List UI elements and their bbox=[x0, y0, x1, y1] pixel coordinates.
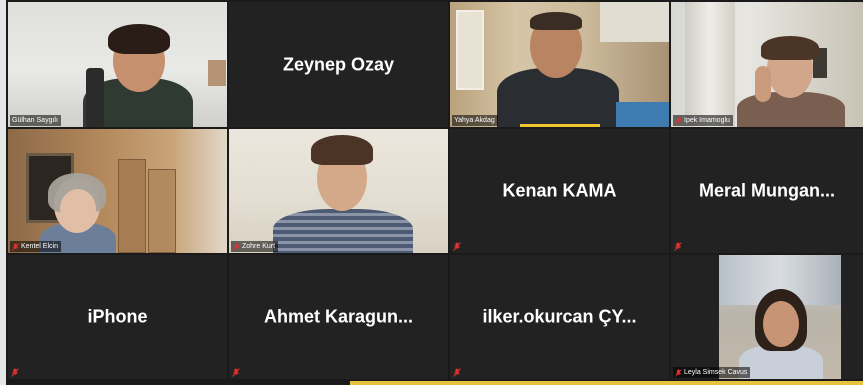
participant-video bbox=[671, 2, 863, 127]
participant-video bbox=[229, 129, 448, 253]
participant-tile-zeynep[interactable]: Zeynep Ozay bbox=[229, 2, 448, 127]
participant-tile-iphone[interactable]: iPhone bbox=[8, 255, 227, 379]
participant-display-name: Meral Mungan... bbox=[698, 180, 835, 201]
participant-tile-yahya[interactable]: Yahya Akdag bbox=[450, 2, 669, 127]
chair bbox=[86, 68, 104, 127]
participant-tile-kenan[interactable]: Kenan KAMA bbox=[450, 129, 669, 253]
muted-mic-icon bbox=[453, 242, 461, 251]
muted-mic-icon bbox=[675, 368, 682, 377]
participant-video bbox=[8, 2, 227, 127]
participant-tile-zohre[interactable]: Zohre Kurt bbox=[229, 129, 448, 253]
participant-tile-ahmet[interactable]: Ahmet Karagun... bbox=[229, 255, 448, 379]
participant-name: Ipek Imamoglu bbox=[684, 117, 730, 124]
participant-name-label: Kentel Elcin bbox=[10, 241, 61, 252]
muted-mic-icon bbox=[674, 242, 682, 251]
participant-name: Zohre Kurt bbox=[242, 243, 276, 250]
participant-video bbox=[450, 2, 669, 127]
participant-name: Gülhan Saygılı bbox=[12, 117, 58, 124]
participant-video bbox=[8, 129, 227, 253]
participant-figure bbox=[273, 135, 413, 253]
participant-name-label: Ipek Imamoglu bbox=[673, 115, 733, 126]
participant-name: Leyla Simsek Cavus bbox=[684, 369, 748, 376]
participant-tile-kentel[interactable]: Kentel Elcin bbox=[8, 129, 227, 253]
participant-video bbox=[719, 255, 841, 379]
gallery-view: Gülhan Saygılı Zeynep Ozay Yahya Akdag I… bbox=[6, 0, 863, 385]
muted-mic-icon bbox=[232, 368, 240, 377]
background-object bbox=[208, 60, 226, 86]
participant-figure bbox=[737, 36, 847, 127]
participant-name-label: Zohre Kurt bbox=[231, 241, 279, 252]
participant-name-label: Leyla Simsek Cavus bbox=[673, 367, 751, 378]
participant-display-name: iPhone bbox=[87, 306, 148, 327]
participant-tile-gulhan[interactable]: Gülhan Saygılı bbox=[8, 2, 227, 127]
muted-mic-icon bbox=[675, 116, 682, 125]
participant-display-name: Ahmet Karagun... bbox=[263, 306, 414, 327]
participant-tile-ipek[interactable]: Ipek Imamoglu bbox=[671, 2, 863, 127]
muted-mic-icon bbox=[453, 368, 461, 377]
participant-figure bbox=[739, 289, 823, 379]
participant-display-name: Zeynep Ozay bbox=[282, 54, 395, 74]
muted-mic-icon bbox=[12, 242, 19, 251]
cabinet bbox=[148, 169, 176, 253]
muted-mic-icon bbox=[233, 242, 240, 251]
participant-name-label: Gülhan Saygılı bbox=[10, 115, 61, 126]
muted-mic-icon bbox=[11, 368, 19, 377]
speaking-indicator bbox=[520, 124, 600, 127]
bottom-highlight-bar bbox=[350, 381, 863, 385]
participant-figure bbox=[492, 8, 622, 127]
participant-name: Yahya Akdag bbox=[454, 117, 495, 124]
window bbox=[456, 10, 484, 90]
participant-tile-ilker[interactable]: ilker.okurcan ÇY... bbox=[450, 255, 669, 379]
participant-display-name: Kenan KAMA bbox=[502, 180, 617, 201]
participant-tile-leyla[interactable]: Leyla Simsek Cavus bbox=[671, 255, 863, 379]
participant-name: Kentel Elcin bbox=[21, 243, 58, 250]
background-object bbox=[616, 102, 669, 127]
participant-display-name: ilker.okurcan ÇY... bbox=[482, 306, 637, 327]
cabinet bbox=[118, 159, 146, 253]
participant-tile-meral[interactable]: Meral Mungan... bbox=[671, 129, 863, 253]
participant-name-label: Yahya Akdag bbox=[452, 115, 498, 126]
curtain bbox=[685, 2, 735, 127]
